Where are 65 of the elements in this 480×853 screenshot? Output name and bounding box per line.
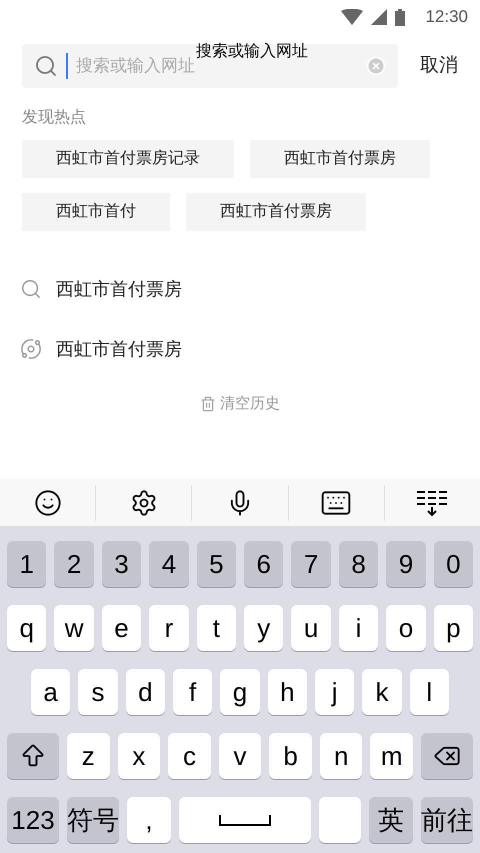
settings-icon[interactable]: [130, 488, 158, 516]
search-icon: [34, 54, 58, 78]
key[interactable]: i: [338, 605, 378, 651]
key[interactable]: q: [7, 605, 46, 651]
key[interactable]: u: [291, 605, 331, 651]
key[interactable]: w: [54, 605, 94, 651]
planet-icon: [20, 338, 42, 360]
key[interactable]: a: [31, 669, 70, 715]
key[interactable]: 7: [291, 541, 331, 587]
key[interactable]: o: [386, 605, 426, 651]
key[interactable]: y: [244, 605, 284, 651]
section-title: 发现热点: [22, 108, 87, 128]
key[interactable]: 符号: [67, 797, 119, 843]
collapse-keyboard-icon[interactable]: [415, 488, 450, 516]
key[interactable]: m: [370, 733, 414, 779]
key[interactable]: g: [220, 669, 260, 715]
key[interactable]: b: [269, 733, 312, 779]
key[interactable]: 1: [7, 541, 46, 587]
key[interactable]: f: [172, 669, 212, 715]
hot-topic-chip[interactable]: 西虹市首付票房记录: [22, 140, 234, 178]
key[interactable]: h: [268, 669, 307, 715]
key[interactable]: 0: [434, 541, 474, 587]
key[interactable]: 123: [7, 797, 59, 843]
key[interactable]: 5: [196, 541, 236, 587]
floating-hint: 搜索或输入网址: [196, 42, 308, 62]
battery-icon: [395, 8, 406, 26]
search-icon: [20, 278, 42, 300]
hot-topic-chip[interactable]: 西虹市首付票房: [250, 140, 430, 178]
space-bar-icon: [219, 814, 271, 826]
key[interactable]: e: [102, 605, 142, 651]
key[interactable]: 6: [244, 541, 284, 587]
key[interactable]: k: [362, 669, 402, 715]
key[interactable]: j: [314, 669, 354, 715]
key[interactable]: l: [410, 669, 449, 715]
key[interactable]: c: [168, 733, 211, 779]
key[interactable]: r: [149, 605, 189, 651]
key[interactable]: v: [218, 733, 262, 779]
signal-icon: [371, 9, 388, 25]
history-item[interactable]: 西虹市首付票房: [20, 269, 460, 309]
key[interactable]: 3: [102, 541, 142, 587]
key[interactable]: ,: [127, 797, 171, 843]
emoji-icon[interactable]: [34, 488, 62, 516]
key[interactable]: d: [126, 669, 165, 715]
key[interactable]: t: [196, 605, 236, 651]
trash-icon: [200, 396, 216, 412]
status-time: 12:30: [425, 6, 468, 28]
shift-key[interactable]: [7, 733, 59, 779]
key[interactable]: 英: [369, 797, 413, 843]
backspace-key[interactable]: [421, 733, 474, 779]
hot-topic-chip[interactable]: 西虹市首付票房: [186, 193, 366, 231]
key[interactable]: 8: [338, 541, 378, 587]
key[interactable]: 前往: [421, 797, 473, 843]
key[interactable]: 2: [54, 541, 94, 587]
key[interactable]: s: [78, 669, 118, 715]
key[interactable]: x: [118, 733, 160, 779]
key[interactable]: z: [67, 733, 110, 779]
wifi-icon: [341, 9, 364, 25]
cancel-button[interactable]: 取消: [420, 52, 458, 80]
key[interactable]: n: [320, 733, 362, 779]
key[interactable]: 4: [149, 541, 189, 587]
space-key[interactable]: [179, 797, 311, 843]
key[interactable]: p: [434, 605, 474, 651]
history-item[interactable]: 西虹市首付票房: [20, 329, 460, 369]
hot-topic-chip[interactable]: 西虹市首付: [22, 193, 170, 231]
key[interactable]: 9: [386, 541, 426, 587]
